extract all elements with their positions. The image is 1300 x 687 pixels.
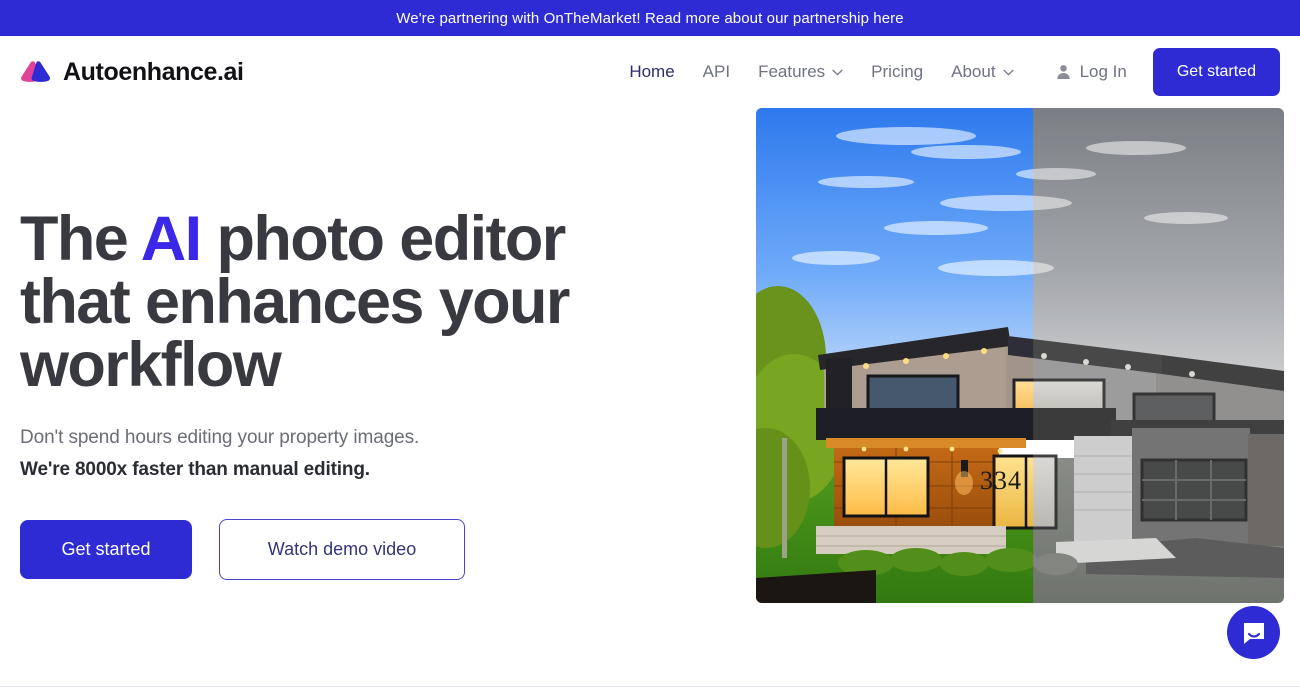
chevron-down-icon	[1003, 69, 1014, 75]
nav-item-pricing-label: Pricing	[871, 62, 924, 81]
nav-item-api[interactable]: API	[689, 54, 744, 90]
nav-item-about[interactable]: About	[937, 54, 1027, 90]
hero-section: The AI photo editor that enhances your w…	[0, 108, 1300, 687]
announcement-banner[interactable]: We're partnering with OnTheMarket! Read …	[0, 0, 1300, 36]
nav-item-about-label: About	[951, 62, 996, 81]
nav-item-home[interactable]: Home	[615, 54, 688, 90]
headline-accent: AI	[140, 204, 202, 274]
hero-subtitle-line-1: Don't spend hours editing your property …	[20, 427, 420, 448]
house-number-label: 334	[980, 466, 1022, 495]
page-title: The AI photo editor that enhances your w…	[20, 208, 580, 397]
headline-part-1: The	[20, 204, 141, 274]
chat-launcher-button[interactable]	[1227, 606, 1280, 659]
hero-cta-row: Get started Watch demo video	[20, 519, 736, 580]
login-link[interactable]: Log In	[1042, 54, 1143, 90]
mountain-logo-icon	[21, 61, 51, 82]
brand-logo-link[interactable]: Autoenhance.ai	[20, 58, 244, 87]
nav-item-home-label: Home	[629, 62, 675, 81]
main-navigation: Home API Features Pricing About Log In G…	[615, 48, 1280, 96]
watch-demo-video-button[interactable]: Watch demo video	[219, 519, 465, 580]
brand-name: Autoenhance.ai	[63, 57, 244, 86]
login-label: Log In	[1079, 62, 1127, 81]
announcement-banner-text: We're partnering with OnTheMarket! Read …	[396, 9, 904, 27]
chevron-down-icon	[832, 69, 843, 75]
hero-copy: The AI photo editor that enhances your w…	[0, 108, 756, 687]
hero-get-started-button[interactable]: Get started	[20, 520, 192, 579]
hero-before-after-image[interactable]: 334	[756, 108, 1284, 603]
chat-bubble-icon	[1243, 622, 1264, 644]
nav-item-api-label: API	[702, 62, 731, 81]
header-get-started-button[interactable]: Get started	[1152, 48, 1280, 96]
user-icon	[1056, 65, 1070, 80]
nav-item-features[interactable]: Features	[744, 54, 857, 90]
hero-subtitle-line-2: We're 8000x faster than manual editing.	[20, 459, 370, 480]
nav-item-features-label: Features	[758, 62, 826, 81]
nav-item-pricing[interactable]: Pricing	[857, 54, 937, 90]
site-header: Autoenhance.ai Home API Features Pricing…	[0, 36, 1300, 108]
